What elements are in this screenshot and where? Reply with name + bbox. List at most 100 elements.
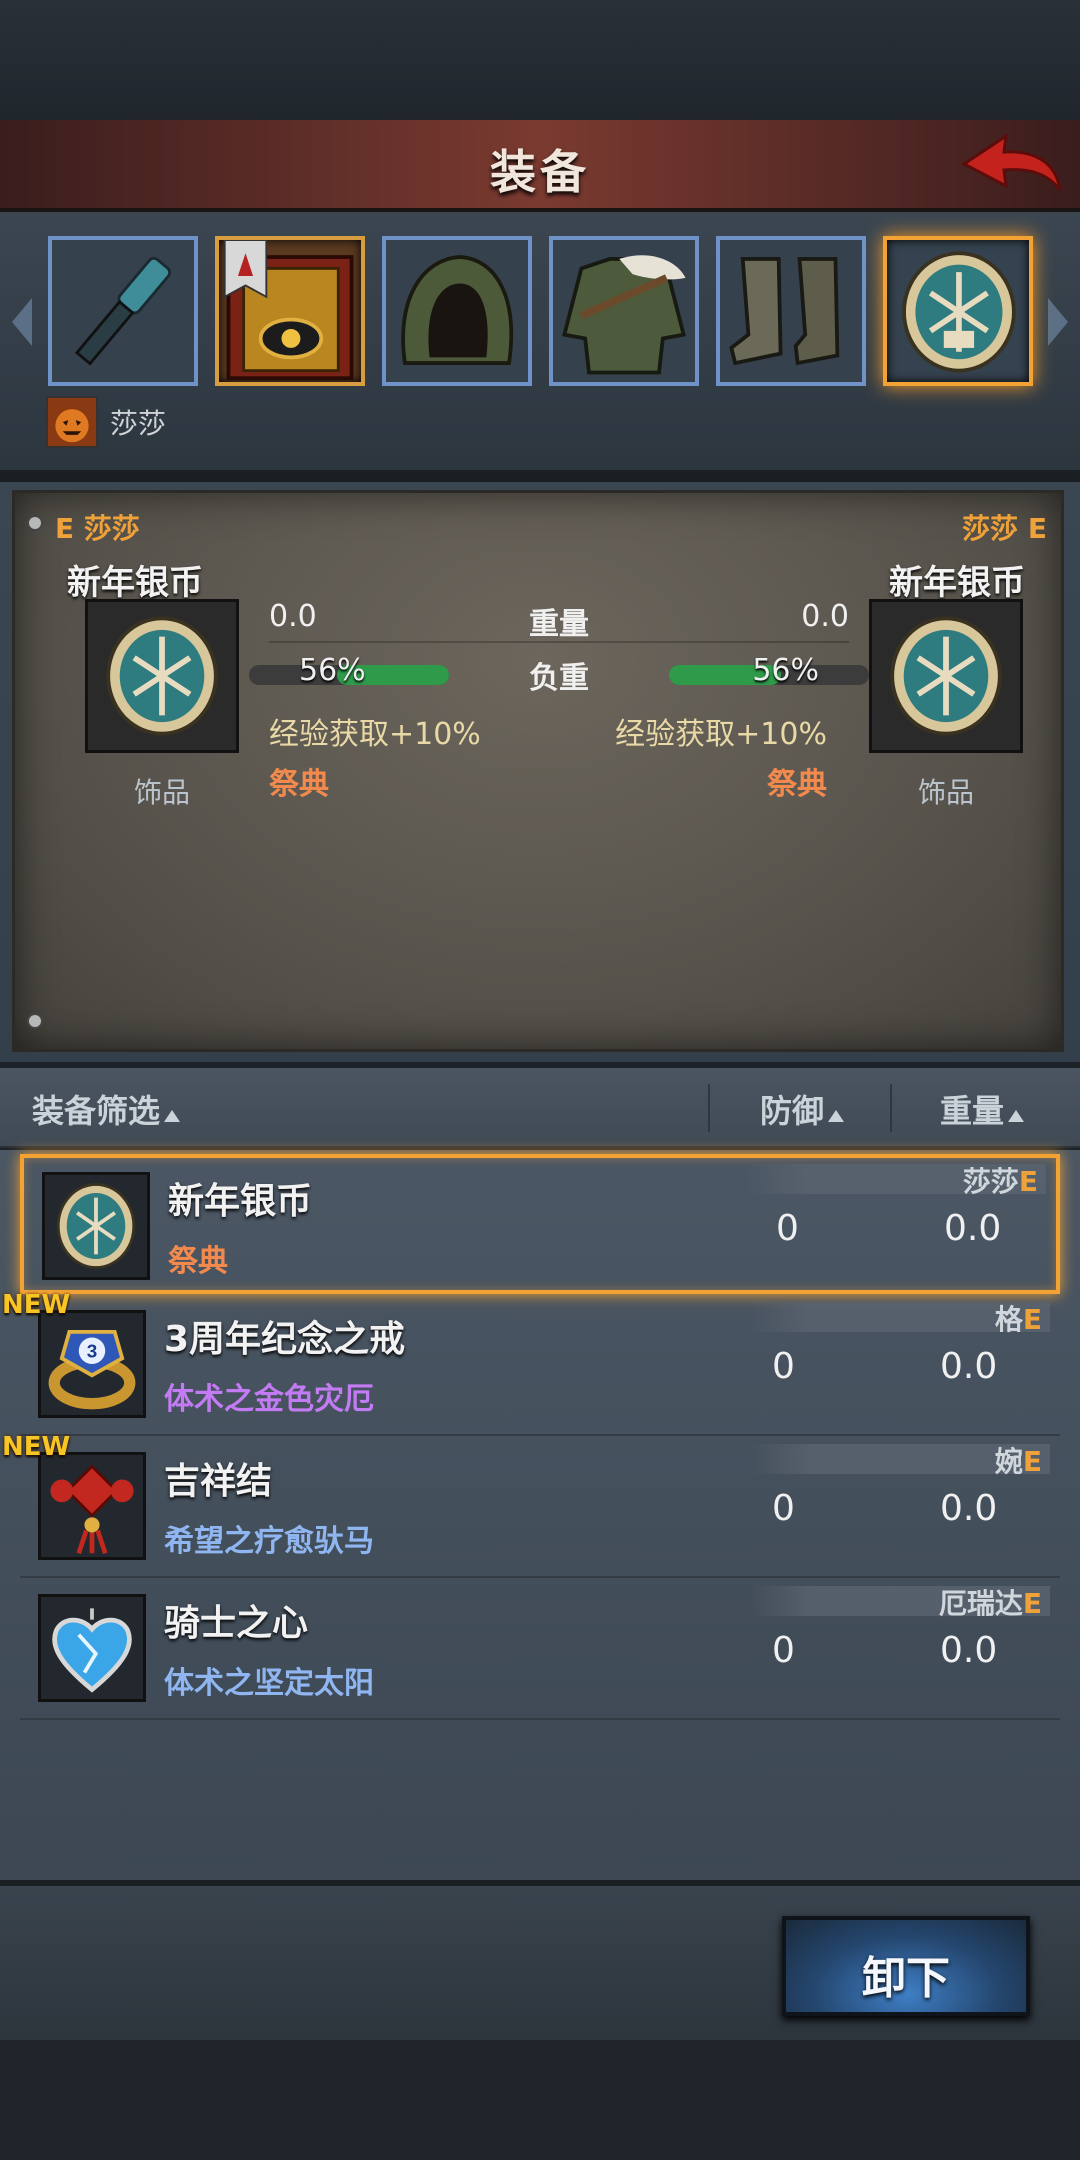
slot-book[interactable] [215,236,365,386]
scroll-left-icon[interactable] [8,292,36,352]
slot-helmet[interactable] [382,236,532,386]
item-defense: 0 [776,1208,799,1249]
item-icon-frame [42,1172,150,1280]
status-area [0,0,1080,120]
list-item[interactable]: NEW 吉祥结 希望之疗愈驮马 婉E 0 0.0 [2,1432,1060,1578]
item-weight: 0.0 [940,1346,998,1387]
weight-label: 重量 [940,1092,1005,1130]
new-badge: NEW [2,1290,71,1320]
defense-sort-button[interactable]: 防御 [760,1086,845,1132]
right-tag: 祭典 [767,767,827,802]
filter-label: 装备筛选 [32,1092,161,1130]
item-subtitle: 祭典 [168,1244,228,1279]
owner-name: 莎莎 [962,1165,1019,1198]
item-owner: 婉E [995,1440,1042,1480]
equipped-mark: E [1018,1165,1038,1198]
weight-label: 重量 [529,607,589,642]
equipment-list: 新年银币 祭典 莎莎E 0 0.0 3 NEW 3周年纪念之戒 体术之金色灾厄 … [0,1150,1080,1880]
mace-icon [52,240,194,382]
action-bar: 卸下 [0,1880,1080,2040]
sort-up-icon [164,1110,181,1122]
right-bonus: 经验获取+10% [615,717,827,752]
stat-row-weight: 0.0 重量 0.0 [269,593,849,643]
compare-panel: E 莎莎 莎莎 E 新年银币 新年银币 饰品 饰品 0.0 重量 0.0 56%… [0,482,1080,1062]
left-tag: 祭典 [269,767,329,802]
item-owner: 格E [995,1298,1042,1338]
sort-up-icon [828,1110,845,1122]
pumpkin-avatar-icon [46,396,98,448]
item-weight: 0.0 [944,1208,1002,1249]
owner-name: 婉 [994,1445,1023,1478]
item-subtitle: 体术之坚定太阳 [164,1666,374,1701]
silver-coin-icon [88,602,236,750]
slot-weapon[interactable] [48,236,198,386]
pin-icon [27,1013,43,1029]
item-subtitle: 希望之疗愈驮马 [164,1524,374,1559]
divider [0,470,1080,482]
item-name: 骑士之心 [164,1603,309,1644]
boots-icon [720,240,862,382]
item-name: 3周年纪念之戒 [164,1319,406,1360]
footer-area [0,2040,1080,2160]
silver-coin-icon [902,251,1016,373]
slot-armor[interactable] [549,236,699,386]
right-load-text: 56% [752,653,819,688]
divider [890,1084,892,1132]
stat-row-load: 56% 负重 56% [249,647,869,697]
silver-coin-icon [872,602,1020,750]
item-subtitle: 体术之金色灾厄 [164,1382,374,1417]
owner-name: 格 [994,1303,1023,1336]
list-item[interactable]: 新年银币 祭典 莎莎E 0 0.0 [20,1154,1060,1294]
unequip-button[interactable]: 卸下 [782,1916,1030,2016]
item-weight: 0.0 [940,1630,998,1671]
list-header: 装备筛选 防御 重量 [0,1068,1080,1148]
anniversary-ring-icon: 3 [48,1330,136,1410]
new-badge: NEW [2,1432,71,1462]
tome-icon [223,239,354,381]
unequip-label: 卸下 [862,1953,950,2004]
svg-text:3: 3 [87,1341,98,1362]
silver-coin-icon [56,1183,136,1269]
item-owner: 莎莎E [963,1160,1038,1200]
scroll-right-icon[interactable] [1044,292,1072,352]
item-weight: 0.0 [940,1488,998,1529]
knight-heart-icon [52,1608,132,1693]
slot-accessory[interactable] [883,236,1033,386]
item-defense: 0 [772,1488,795,1529]
item-name: 吉祥结 [164,1461,273,1502]
list-item[interactable]: 骑士之心 体术之坚定太阳 厄瑞达E 0 0.0 [20,1580,1060,1720]
compare-left-type: 饰品 [133,776,190,809]
item-defense: 0 [772,1346,795,1387]
item-name: 新年银币 [168,1181,313,1222]
equipped-mark: E [1022,1303,1042,1336]
parchment-card: E 莎莎 莎莎 E 新年银币 新年银币 饰品 饰品 0.0 重量 0.0 56%… [12,490,1064,1052]
pin-icon [27,515,43,531]
right-weight: 0.0 [801,599,849,634]
filter-sort-button[interactable]: 装备筛选 [32,1086,181,1132]
character-name: 莎莎 [110,407,167,440]
compare-left-name: 新年银币 [67,563,203,603]
compare-right-owner: 莎莎 E [962,512,1047,545]
sort-up-icon [1008,1110,1025,1122]
compare-left-icon [85,599,239,753]
slot-boots[interactable] [716,236,866,386]
back-arrow-icon[interactable] [956,128,1066,208]
compare-right-type: 饰品 [917,776,974,809]
item-icon-frame [38,1452,146,1560]
defense-label: 防御 [760,1092,825,1130]
owner-name: 厄瑞达 [938,1587,1023,1620]
item-icon-frame: 3 [38,1310,146,1418]
character-row[interactable]: 莎莎 [46,396,166,448]
hood-icon [386,240,528,382]
title-bar: 装备 [0,120,1080,212]
item-icon-frame [38,1594,146,1702]
tunic-icon [553,240,695,382]
equipped-mark: E [1022,1445,1042,1478]
lucky-knot-icon [50,1464,134,1554]
compare-left-owner: E 莎莎 [55,512,140,545]
left-bonus: 经验获取+10% [269,717,481,752]
equipped-mark: E [1022,1587,1042,1620]
compare-right-icon [869,599,1023,753]
list-item[interactable]: 3 NEW 3周年纪念之戒 体术之金色灾厄 格E 0 0.0 [2,1290,1060,1436]
weight-sort-button[interactable]: 重量 [940,1086,1025,1132]
